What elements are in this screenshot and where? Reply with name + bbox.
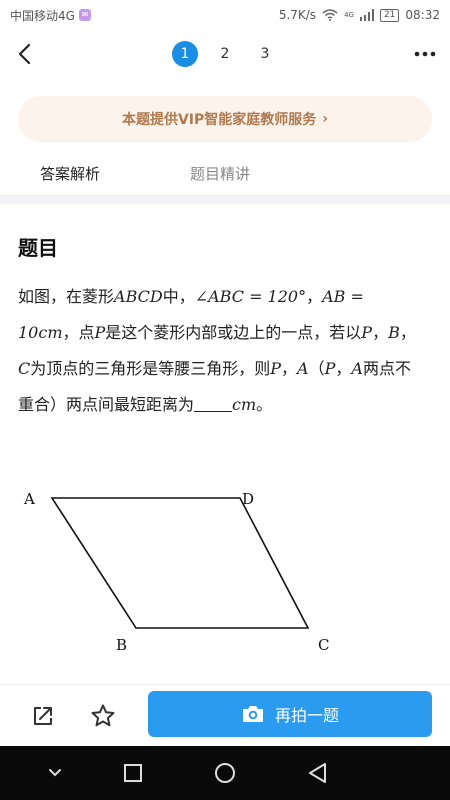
q-math: ∠ABC = 120°: [194, 287, 307, 306]
banner-text: 本题提供VIP智能家庭教师服务: [121, 112, 317, 128]
vertex-label-d: D: [242, 490, 254, 508]
q-text: ，: [372, 323, 389, 342]
more-button[interactable]: [412, 42, 438, 66]
chevron-left-icon: [18, 43, 31, 65]
top-nav: 1 2 3: [0, 30, 450, 78]
tab-answer-analysis[interactable]: 答案解析: [40, 163, 100, 184]
page-3-button[interactable]: 3: [252, 41, 278, 67]
recents-button[interactable]: [120, 760, 146, 786]
q-math: P: [94, 323, 106, 342]
question-pager: 1 2 3: [172, 41, 278, 67]
vertex-label-c: C: [318, 636, 329, 654]
q-math: B: [388, 323, 400, 342]
wifi-icon: [322, 9, 338, 21]
triangle-back-icon: [309, 763, 326, 783]
q-math: P: [361, 323, 373, 342]
question-section: 题目 如图，在菱形ABCD中，∠ABC = 120°，AB = 10cm，点P是…: [18, 220, 432, 423]
section-divider: [0, 196, 450, 204]
square-icon: [124, 764, 142, 782]
circle-icon: [215, 763, 235, 783]
q-text: 。: [256, 395, 273, 414]
answer-blank: [194, 396, 233, 412]
star-icon: [91, 704, 115, 727]
retake-label: 再拍一题: [274, 706, 339, 725]
q-math: P: [270, 359, 282, 378]
q-text: ，: [399, 323, 416, 342]
chevron-right-icon: ›: [322, 111, 329, 127]
vertex-label-b: B: [116, 636, 127, 654]
q-math: cm: [232, 395, 257, 414]
vip-tutor-banner[interactable]: 本题提供VIP智能家庭教师服务 ›: [18, 96, 432, 142]
q-math: A: [351, 359, 363, 378]
q-text: 中，: [162, 287, 195, 306]
q-text: ，: [306, 287, 323, 306]
q-text: ，点: [62, 323, 95, 342]
clock: 08:32: [405, 8, 440, 22]
favorite-button[interactable]: [88, 701, 118, 731]
battery-icon: 21: [379, 8, 400, 22]
more-dots-icon: [414, 51, 436, 57]
status-bar: 中国移动4G ✉ 5.7K/s 4G 21 08:32: [0, 0, 450, 30]
net-speed: 5.7K/s: [278, 8, 317, 22]
share-button[interactable]: [28, 701, 58, 731]
q-text: ，: [335, 359, 352, 378]
retake-photo-button[interactable]: 再拍一题: [148, 691, 432, 737]
q-text: ，: [281, 359, 298, 378]
q-math: P: [324, 359, 336, 378]
app-notification-icon: ✉: [78, 9, 91, 21]
q-math: ABCD: [114, 287, 163, 306]
back-button[interactable]: [10, 40, 38, 68]
question-heading: 题目: [18, 236, 58, 260]
carrier-label: 中国移动4G: [10, 8, 75, 23]
q-math: A: [297, 359, 309, 378]
network-type: 4G: [344, 11, 354, 19]
page-1-button[interactable]: 1: [172, 41, 198, 67]
tab-bar: 答案解析 题目精讲: [0, 148, 450, 196]
system-nav-bar: [0, 746, 450, 800]
chevron-down-icon: [49, 769, 61, 777]
vertex-label-a: A: [23, 490, 35, 508]
q-math: C: [18, 359, 31, 378]
rhombus-figure: A D B C: [23, 490, 329, 654]
question-text: 如图，在菱形ABCD中，∠ABC = 120°，AB = 10cm，点P是这个菱…: [18, 279, 423, 423]
camera-icon: [242, 706, 263, 722]
tab-question-lecture[interactable]: 题目精讲: [190, 163, 250, 184]
nav-collapse-button[interactable]: [42, 760, 68, 786]
q-text: 是这个菱形内部或边上的一点，若以: [105, 323, 362, 342]
share-icon: [34, 707, 52, 725]
q-text: 为顶点的三角形是等腰三角形，则: [30, 359, 271, 378]
q-text: （: [308, 359, 325, 378]
bottom-action-bar: 再拍一题: [0, 684, 450, 746]
back-system-button[interactable]: [304, 760, 330, 786]
page-2-button[interactable]: 2: [212, 41, 238, 67]
rhombus-shape: [50, 497, 310, 629]
home-button[interactable]: [212, 760, 238, 786]
signal-icon: [359, 9, 374, 21]
q-text: 如图，在菱形: [18, 287, 115, 306]
